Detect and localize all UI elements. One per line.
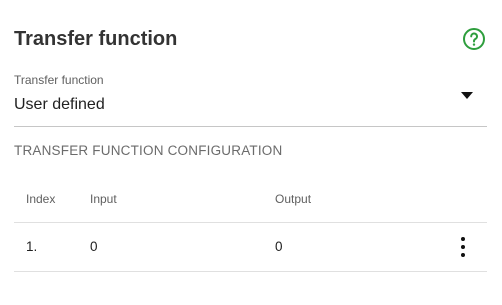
column-header-input: Input: [90, 192, 117, 206]
menu-dot: [461, 237, 465, 241]
transfer-function-select[interactable]: Transfer function User defined: [14, 72, 487, 127]
configuration-heading: TRANSFER FUNCTION CONFIGURATION: [14, 143, 283, 158]
more-vert-icon[interactable]: [455, 237, 471, 257]
column-header-index: Index: [26, 192, 56, 206]
help-icon[interactable]: [462, 27, 486, 51]
transfer-function-table: Index Input Output 1. 0 0: [14, 178, 487, 272]
transfer-function-label: Transfer function: [14, 73, 104, 87]
row-input: 0: [90, 239, 98, 254]
table-row: 1. 0 0: [14, 223, 487, 272]
table-header-row: Index Input Output: [14, 178, 487, 223]
menu-dot: [461, 253, 465, 257]
column-header-output: Output: [275, 192, 312, 206]
row-output: 0: [275, 239, 283, 254]
menu-dot: [461, 245, 465, 249]
row-index: 1.: [26, 239, 38, 254]
panel-title: Transfer function: [14, 28, 178, 50]
dropdown-arrow-icon[interactable]: [461, 92, 473, 99]
transfer-function-value: User defined: [14, 96, 105, 113]
